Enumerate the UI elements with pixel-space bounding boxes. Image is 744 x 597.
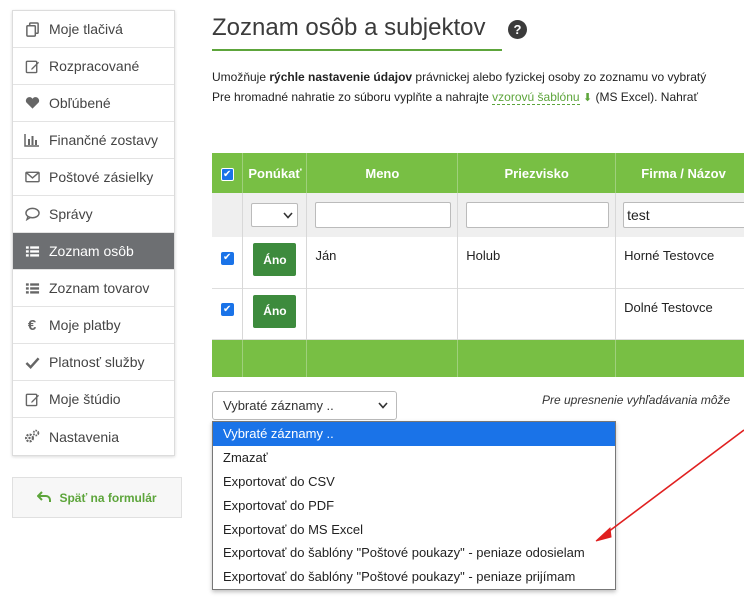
annotation-arrow <box>595 429 744 542</box>
